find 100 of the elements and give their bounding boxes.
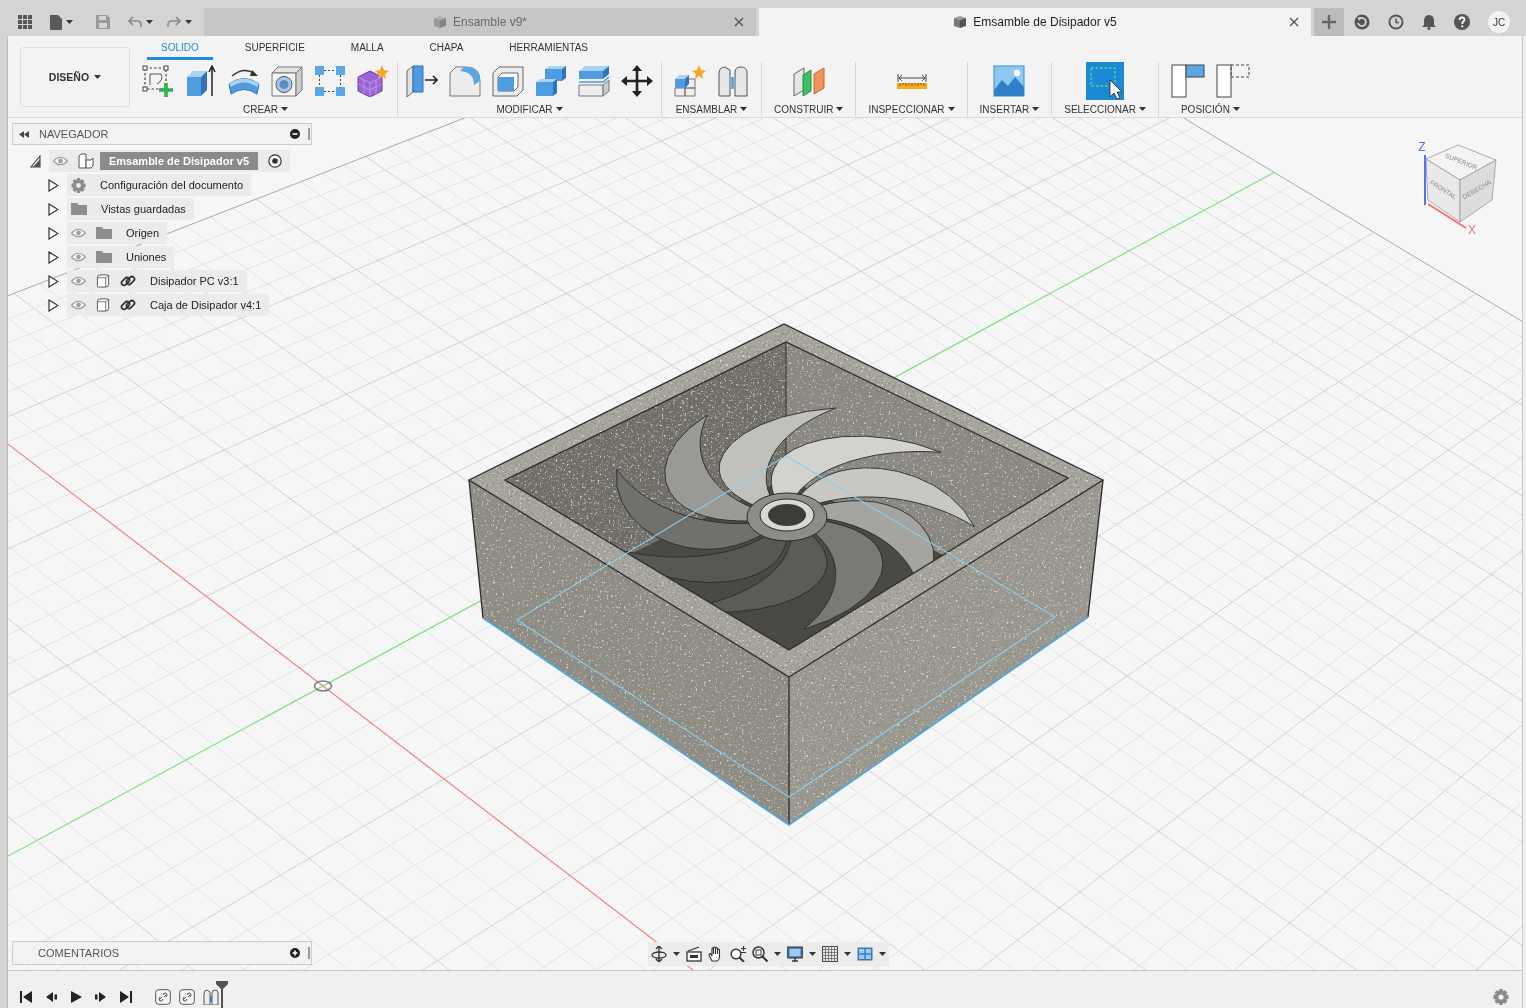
expand-arrow-icon[interactable] [48, 202, 59, 216]
caret-icon[interactable] [879, 952, 886, 956]
step-forward-icon[interactable] [95, 990, 107, 1003]
tree-item-label: Configuración del documento [100, 178, 244, 193]
eye-icon[interactable] [71, 300, 86, 310]
eye-icon[interactable] [71, 276, 86, 286]
box-icon [96, 298, 110, 312]
caret-icon[interactable] [66, 20, 73, 24]
group-menu-button[interactable]: SELECCIONAR [1064, 102, 1146, 116]
expand-arrow-icon[interactable] [48, 250, 59, 264]
tree-item[interactable]: Configuración del documento [67, 174, 252, 196]
tree-item[interactable]: Vistas guardadas [67, 198, 194, 220]
panel-title: COMENTARIOS [38, 947, 120, 959]
caret-icon [740, 107, 748, 111]
close-icon[interactable] [734, 17, 744, 27]
link-icon [120, 297, 136, 313]
orbit-icon[interactable] [651, 946, 667, 962]
group-menu-button[interactable]: ENSAMBLAR [675, 102, 748, 116]
caret-icon[interactable] [146, 20, 153, 24]
expand-arrow-icon[interactable] [48, 298, 59, 312]
eye-icon[interactable] [53, 156, 68, 166]
toolbar-tab[interactable]: MALLA [336, 38, 398, 60]
caret-icon[interactable] [185, 20, 192, 24]
group-menu-button[interactable]: CREAR [243, 102, 288, 116]
plus-circle-icon[interactable] [290, 948, 300, 958]
tray-icon[interactable] [686, 946, 702, 962]
tree-item[interactable]: Uniones [67, 246, 175, 268]
document-tab[interactable]: Emsamble de Disipador v5 [759, 8, 1311, 36]
cubes-sparkle-icon[interactable] [674, 65, 706, 97]
caret-icon[interactable] [673, 952, 680, 956]
boxes-icon [78, 153, 94, 169]
toolbar-tab[interactable]: HERRAMIENTAS [495, 38, 603, 60]
link-square-icon[interactable] [179, 988, 195, 1005]
help-icon[interactable] [1454, 14, 1470, 30]
folder-icon [96, 227, 112, 239]
tree-item[interactable]: Origen [67, 222, 168, 244]
group-menu-button[interactable]: POSICIÓN [1180, 102, 1240, 116]
grid-icon[interactable] [822, 946, 838, 962]
position-icon[interactable] [1170, 64, 1205, 98]
tree-item[interactable]: Disipador PC v3:1 [67, 270, 247, 292]
cube-sparkle-icon[interactable] [357, 65, 389, 97]
group-menu-button[interactable]: INSPECCIONAR [868, 102, 955, 116]
user-avatar[interactable]: JC [1488, 11, 1510, 33]
circular-arrow-icon[interactable] [1354, 14, 1370, 30]
expand-arrow-icon[interactable] [48, 226, 59, 240]
toolbar-tab[interactable]: SUPERFICIE [230, 38, 319, 60]
caret-icon [1232, 107, 1240, 111]
skip-end-icon[interactable] [120, 990, 132, 1003]
eye-icon[interactable] [71, 252, 86, 262]
group-menu-button[interactable]: INSERTAR [979, 102, 1040, 116]
file-icon[interactable] [50, 14, 62, 30]
skip-start-icon[interactable] [20, 990, 32, 1003]
split-box-icon[interactable] [578, 65, 610, 97]
selection-cursor-icon[interactable] [1086, 62, 1125, 100]
step-back-icon[interactable] [45, 990, 57, 1003]
shell-box-icon[interactable] [492, 65, 524, 97]
ruler-icon[interactable] [896, 73, 927, 89]
workspace-button[interactable]: DISEÑO [20, 47, 130, 107]
expand-arrow-icon[interactable] [48, 178, 59, 192]
zoom-icon[interactable] [730, 946, 746, 962]
caret-icon[interactable] [774, 952, 781, 956]
joint-icon[interactable] [203, 988, 219, 1005]
sketch-plus-icon[interactable] [142, 65, 174, 97]
minus-circle-icon[interactable] [290, 129, 300, 139]
dashed-position-icon[interactable] [1215, 64, 1250, 98]
joint-icon[interactable] [717, 65, 749, 97]
box-hole-icon[interactable] [271, 65, 303, 97]
cubes-icon[interactable] [535, 65, 567, 97]
monitor-icon[interactable] [787, 946, 803, 962]
gear-icon[interactable] [1493, 988, 1509, 1005]
toolbar-tab[interactable]: CHAPA [415, 38, 478, 60]
panel-handle-icon[interactable] [308, 947, 310, 959]
panel-handle-icon[interactable] [308, 128, 310, 140]
image-icon[interactable] [993, 65, 1026, 97]
group-menu-button[interactable]: CONSTRUIR [774, 102, 844, 116]
group-menu-button[interactable]: MODIFICAR [496, 102, 563, 116]
eye-icon[interactable] [71, 228, 86, 238]
caret-icon[interactable] [809, 952, 816, 956]
close-icon[interactable] [1289, 17, 1299, 27]
planes-icon[interactable] [792, 65, 825, 97]
square-pattern-icon[interactable] [314, 65, 346, 97]
caret-icon [836, 107, 844, 111]
caret-icon[interactable] [844, 952, 851, 956]
apps-grid-icon[interactable] [18, 15, 32, 29]
play-icon[interactable] [70, 990, 82, 1003]
expand-arrow-icon[interactable] [48, 274, 59, 288]
x-axis-line [1427, 203, 1467, 229]
timeline-marker-icon[interactable] [216, 981, 228, 1008]
four-panes-icon[interactable] [857, 946, 873, 962]
clock-icon[interactable] [1388, 14, 1404, 30]
link-square-icon[interactable] [155, 988, 171, 1005]
tree-item[interactable]: Caja de Disipador v4:1 [67, 294, 270, 316]
move-icon[interactable] [621, 65, 653, 97]
face-arrow-icon[interactable] [406, 65, 438, 97]
box-up-arrow-icon[interactable] [185, 65, 217, 97]
radio-icon[interactable] [268, 154, 282, 168]
new-tab-button[interactable] [1314, 8, 1344, 36]
bell-icon[interactable] [1421, 14, 1437, 30]
double-arrow-icon[interactable] [19, 130, 29, 138]
expand-arrow-icon[interactable] [30, 154, 41, 168]
